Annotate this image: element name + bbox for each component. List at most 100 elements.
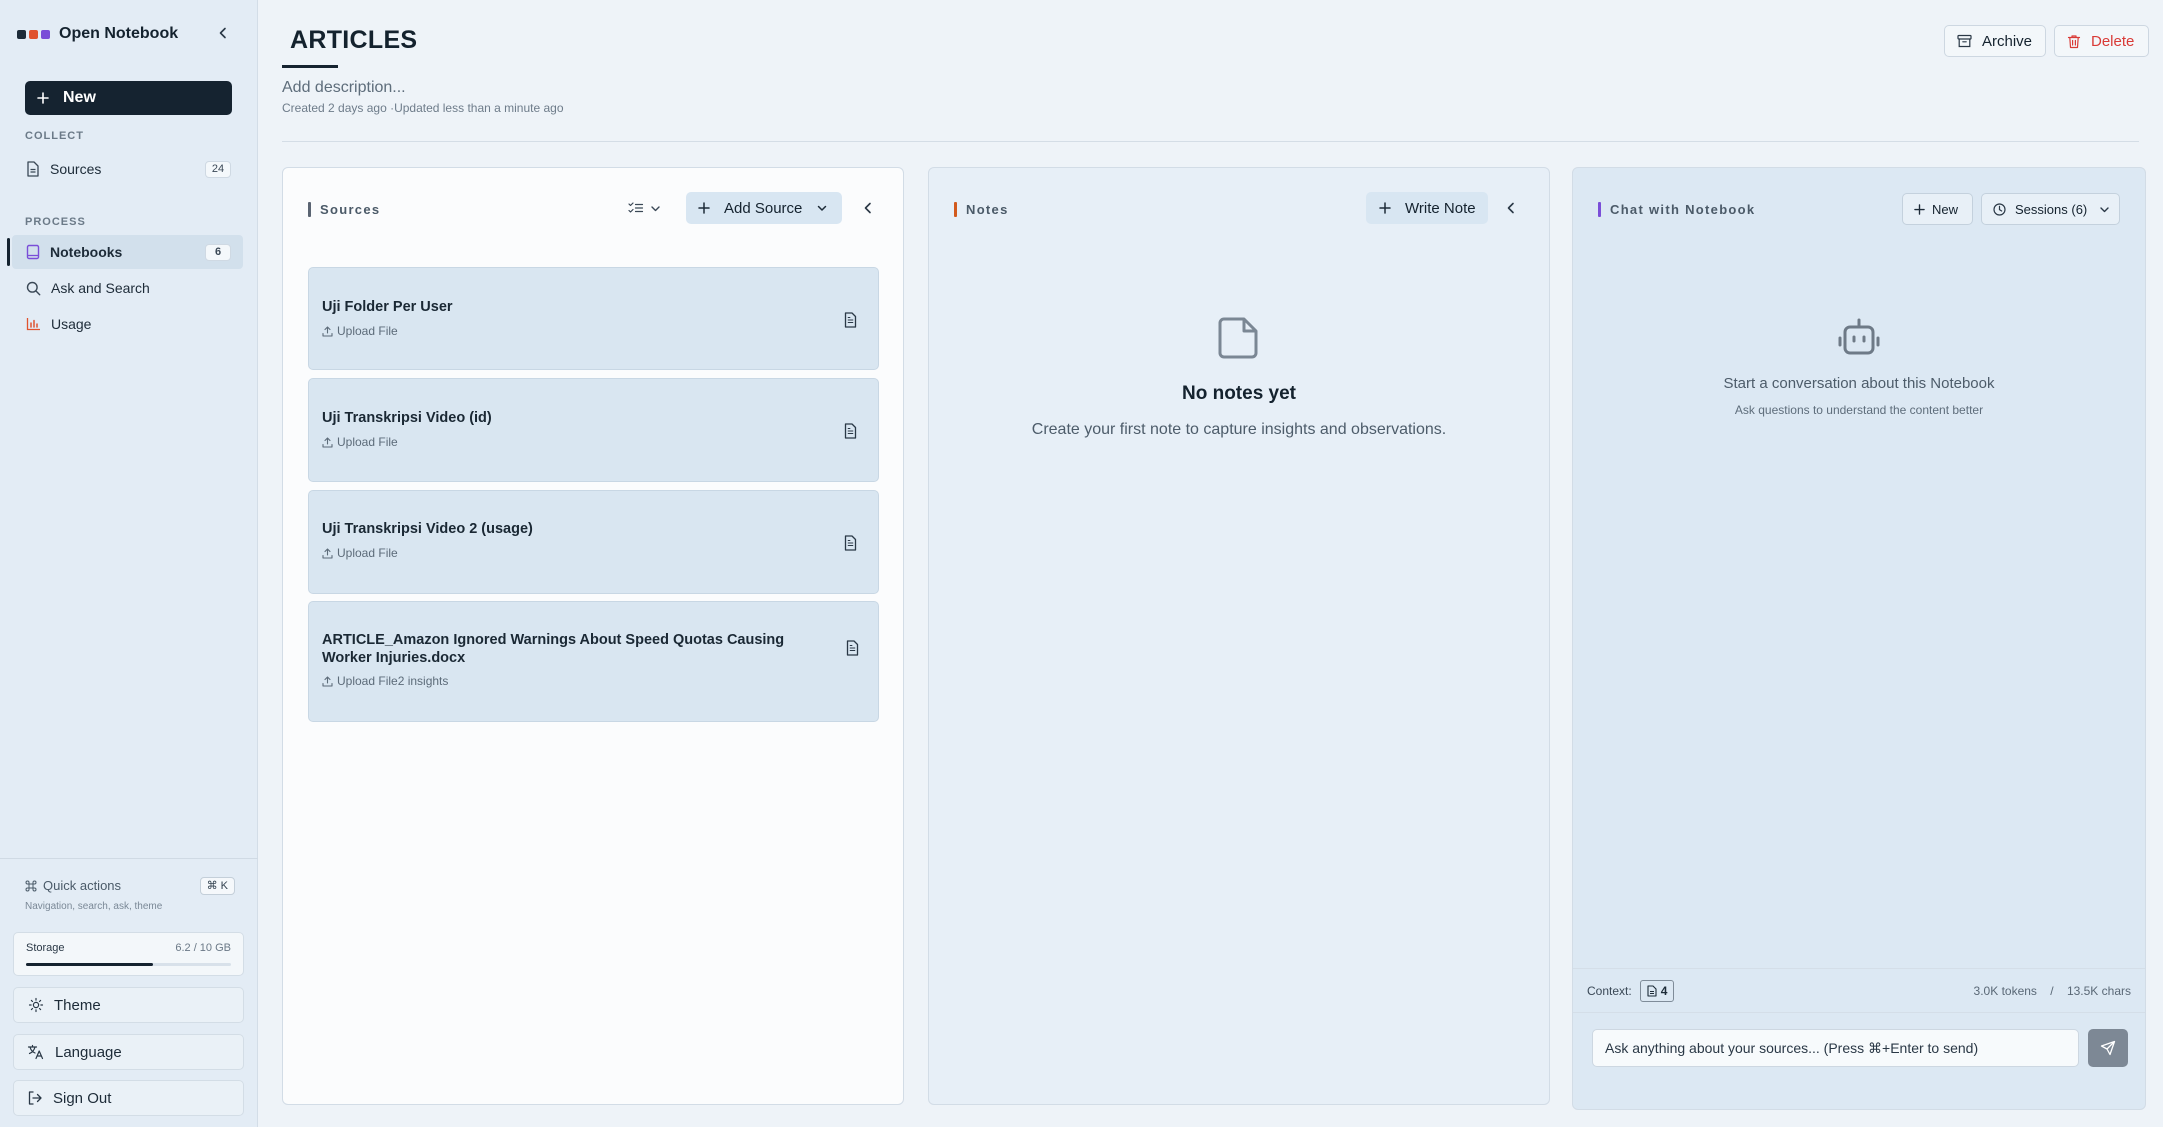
chevron-down-icon [651, 205, 660, 211]
sidebar-item-ask-and-search[interactable]: Ask and Search [12, 271, 243, 305]
notes-panel-title: Notes [954, 202, 1009, 217]
char-count: 13.5K chars [2066, 984, 2131, 998]
notebooks-count-badge: 6 [205, 244, 231, 261]
sign-out-label: Sign Out [53, 1089, 112, 1107]
storage-label: Storage [26, 942, 65, 954]
notes-empty-state: No notes yet Create your first note to c… [929, 316, 1549, 439]
source-title: Uji Transkripsi Video (id) [322, 410, 492, 426]
new-button[interactable]: New [25, 81, 232, 115]
context-count: 4 [1660, 984, 1668, 998]
brand-name: Open Notebook [59, 25, 179, 42]
storage-bar-fill [26, 963, 154, 966]
language-icon [27, 1044, 44, 1060]
storage-meter: Storage 6.2 / 10 GB [13, 932, 244, 976]
book-icon [26, 244, 40, 260]
sign-out-icon [28, 1091, 42, 1105]
chevron-down-icon [818, 205, 827, 211]
source-type: Upload File [322, 546, 398, 560]
source-title: Uji Folder Per User [322, 299, 453, 315]
collapse-sources-button[interactable] [858, 192, 878, 224]
sidebar-item-notebooks[interactable]: Notebooks 6 [7, 235, 243, 269]
upload-icon [322, 675, 333, 687]
source-card[interactable]: Uji Transkripsi Video (id) Upload File [308, 378, 879, 482]
sources-count-badge: 24 [205, 161, 231, 178]
delete-label: Delete [2091, 32, 2135, 50]
section-label-collect: COLLECT [25, 130, 84, 142]
plus-icon [1379, 202, 1391, 214]
new-chat-button[interactable]: New [1902, 193, 1973, 225]
bot-icon [1838, 318, 1880, 355]
storage-bar [26, 963, 231, 966]
list-check-icon [628, 202, 644, 213]
context-row: Context: 4 3.0K tokens / 13.5K chars [1587, 980, 2131, 1002]
chevron-left-icon [219, 27, 226, 39]
quick-actions-label: Quick actions [43, 878, 122, 893]
upload-icon [322, 325, 333, 337]
delete-button[interactable]: Delete [2054, 25, 2149, 57]
theme-button[interactable]: Theme [13, 987, 244, 1023]
write-note-button[interactable]: Write Note [1366, 192, 1488, 224]
plus-icon [37, 92, 49, 104]
context-stats: 3.0K tokens / 13.5K chars [1974, 984, 2131, 998]
notes-empty-title: No notes yet [1181, 383, 1297, 404]
sessions-dropdown[interactable]: Sessions (6) [1981, 193, 2120, 225]
source-type-label: Upload File [337, 435, 398, 449]
search-icon [26, 281, 41, 295]
document-icon[interactable] [844, 639, 860, 657]
document-icon[interactable] [842, 422, 858, 440]
source-card[interactable]: Uji Transkripsi Video 2 (usage) Upload F… [308, 490, 879, 594]
sun-icon [28, 997, 44, 1013]
sidebar-item-sources[interactable]: Sources 24 [12, 152, 243, 186]
sticky-note-icon [1218, 317, 1258, 359]
sources-panel-title: Sources [308, 202, 380, 217]
clock-icon [1993, 202, 2006, 216]
page-title[interactable]: ARTICLES [290, 26, 417, 55]
sidebar-item-usage[interactable]: Usage [12, 307, 243, 341]
context-label: Context: [1587, 984, 1632, 998]
chat-panel: Chat with Notebook New Sessions (6) Star… [1572, 167, 2146, 1110]
trash-icon [2067, 34, 2081, 48]
sidebar-item-label: Ask and Search [51, 280, 150, 296]
plus-icon [698, 202, 710, 214]
quick-actions-subtitle: Navigation, search, ask, theme [25, 901, 163, 912]
notes-empty-text: Create your first note to capture insigh… [1031, 421, 1447, 438]
source-type-label: Upload File2 insights [337, 674, 449, 688]
language-button[interactable]: Language [13, 1034, 244, 1070]
archive-button[interactable]: Archive [1944, 25, 2046, 57]
archive-label: Archive [1982, 32, 2033, 50]
chat-empty-state: Start a conversation about this Notebook… [1573, 318, 2145, 417]
add-source-button[interactable]: Add Source [686, 192, 842, 224]
command-icon [25, 880, 37, 891]
archive-icon [1957, 34, 1972, 48]
source-card[interactable]: Uji Folder Per User Upload File [308, 267, 879, 370]
collapse-notes-button[interactable] [1501, 192, 1521, 224]
quick-actions[interactable]: Quick actions Navigation, search, ask, t… [25, 877, 235, 912]
sidebar-item-label: Sources [50, 161, 102, 177]
description-field[interactable]: Add description... [282, 79, 406, 97]
notebook-meta: Created 2 days ago ·Updated less than a … [282, 101, 564, 115]
document-icon[interactable] [842, 534, 858, 552]
sidebar-item-label: Usage [51, 316, 92, 332]
chat-input[interactable] [1592, 1029, 2079, 1067]
section-label-process: PROCESS [25, 216, 86, 228]
chat-panel-title: Chat with Notebook [1598, 202, 1755, 217]
document-icon[interactable] [842, 311, 858, 329]
add-source-label: Add Source [724, 199, 803, 217]
send-button[interactable] [2088, 1029, 2128, 1067]
context-sources-badge[interactable]: 4 [1639, 980, 1675, 1002]
source-type: Upload File [322, 324, 398, 338]
brand[interactable]: Open Notebook [17, 22, 178, 46]
plus-icon [1914, 203, 1925, 215]
write-note-label: Write Note [1405, 199, 1476, 217]
collapse-sidebar-button[interactable] [213, 22, 233, 44]
language-label: Language [55, 1043, 122, 1061]
source-title: ARTICLE_Amazon Ignored Warnings About Sp… [322, 632, 785, 666]
title-underline [282, 65, 338, 68]
stats-separator: / [2050, 984, 2054, 998]
chat-empty-text: Ask questions to understand the content … [1734, 403, 1984, 417]
sign-out-button[interactable]: Sign Out [13, 1080, 244, 1116]
source-filter-dropdown[interactable] [624, 192, 670, 224]
source-type: Upload File2 insights [322, 674, 448, 688]
source-card[interactable]: ARTICLE_Amazon Ignored Warnings About Sp… [308, 601, 879, 722]
new-chat-label: New [1932, 201, 1959, 217]
